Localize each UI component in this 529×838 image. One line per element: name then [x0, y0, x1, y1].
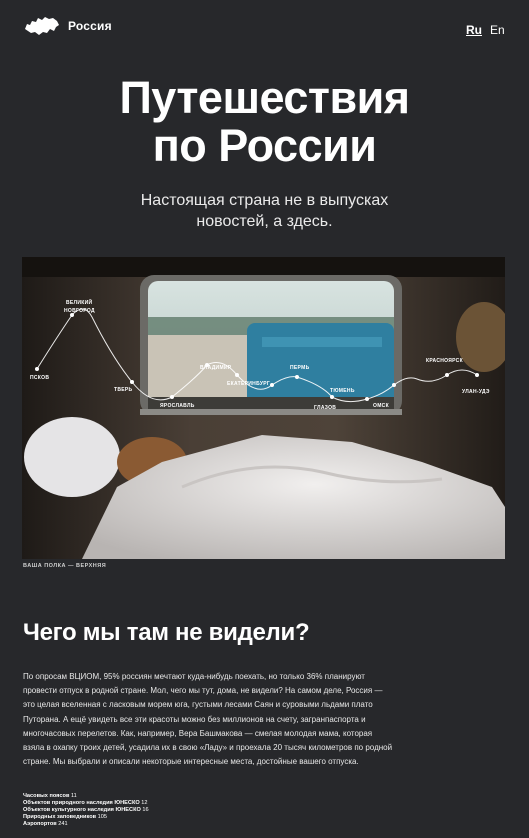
subtitle-line-2: новостей, а здесь.	[196, 213, 333, 230]
title-line-2: по России	[152, 120, 377, 171]
city-label: КРАСНОЯРСК	[426, 358, 464, 364]
lang-en-link[interactable]: En	[490, 23, 505, 37]
city-label: ТВЕРЬ	[114, 387, 133, 393]
city-label: ТЮМЕНЬ	[330, 388, 355, 394]
city-label: ГЛАЗОВ	[314, 405, 336, 411]
russia-map-icon	[25, 17, 59, 35]
stat-item: Аэропортов 241	[23, 821, 68, 827]
train-compartment-photo: ВЕЛИКИЙ НОВГОРОД ПСКОВ ТВЕРЬ ЯРОСЛАВЛЬ В…	[22, 257, 505, 559]
subtitle-line-1: Настоящая страна не в выпусках	[140, 192, 389, 209]
brand-name: Россия	[68, 19, 112, 33]
stat-item: Часовых поясов 11	[23, 793, 77, 799]
stat-item: Объектов природного наследия ЮНЕСКО 12	[23, 800, 148, 806]
stat-item: Объектов культурного наследия ЮНЕСКО 16	[23, 807, 149, 813]
page-subtitle: Настоящая страна не в выпусках новостей,…	[0, 190, 529, 232]
section-title: Чего мы там не видели?	[23, 619, 310, 646]
city-label: УЛАН-УДЭ	[462, 389, 490, 395]
stat-item: Природных заповедников 105	[23, 814, 107, 820]
logo[interactable]: Россия	[23, 15, 112, 37]
city-label: ОМСК	[373, 403, 390, 409]
intro-paragraph: По опросам ВЦИОМ, 95% россиян мечтают ку…	[23, 672, 393, 767]
stats-list: Часовых поясов 11 Объектов природного на…	[23, 793, 149, 828]
hero-photo: ВЕЛИКИЙ НОВГОРОД ПСКОВ ТВЕРЬ ЯРОСЛАВЛЬ В…	[22, 257, 505, 559]
lang-ru-link[interactable]: Ru	[466, 23, 482, 37]
header: Россия Ru En	[0, 0, 529, 60]
city-label: НОВГОРОД	[64, 308, 95, 314]
city-label: ВЕЛИКИЙ	[66, 298, 92, 306]
title-line-1: Путешествия	[119, 72, 410, 123]
city-label: ЕКАТЕРИНБУРГ	[227, 381, 270, 387]
city-label: ВЛАДИМИР	[200, 365, 232, 371]
city-label: ПСКОВ	[30, 375, 49, 381]
photo-caption: ВАША ПОЛКА — ВЕРХНЯЯ	[23, 563, 107, 569]
page-title: Путешествия по России	[0, 74, 529, 170]
city-label: ПЕРМЬ	[290, 365, 310, 371]
city-label: ЯРОСЛАВЛЬ	[160, 403, 195, 409]
